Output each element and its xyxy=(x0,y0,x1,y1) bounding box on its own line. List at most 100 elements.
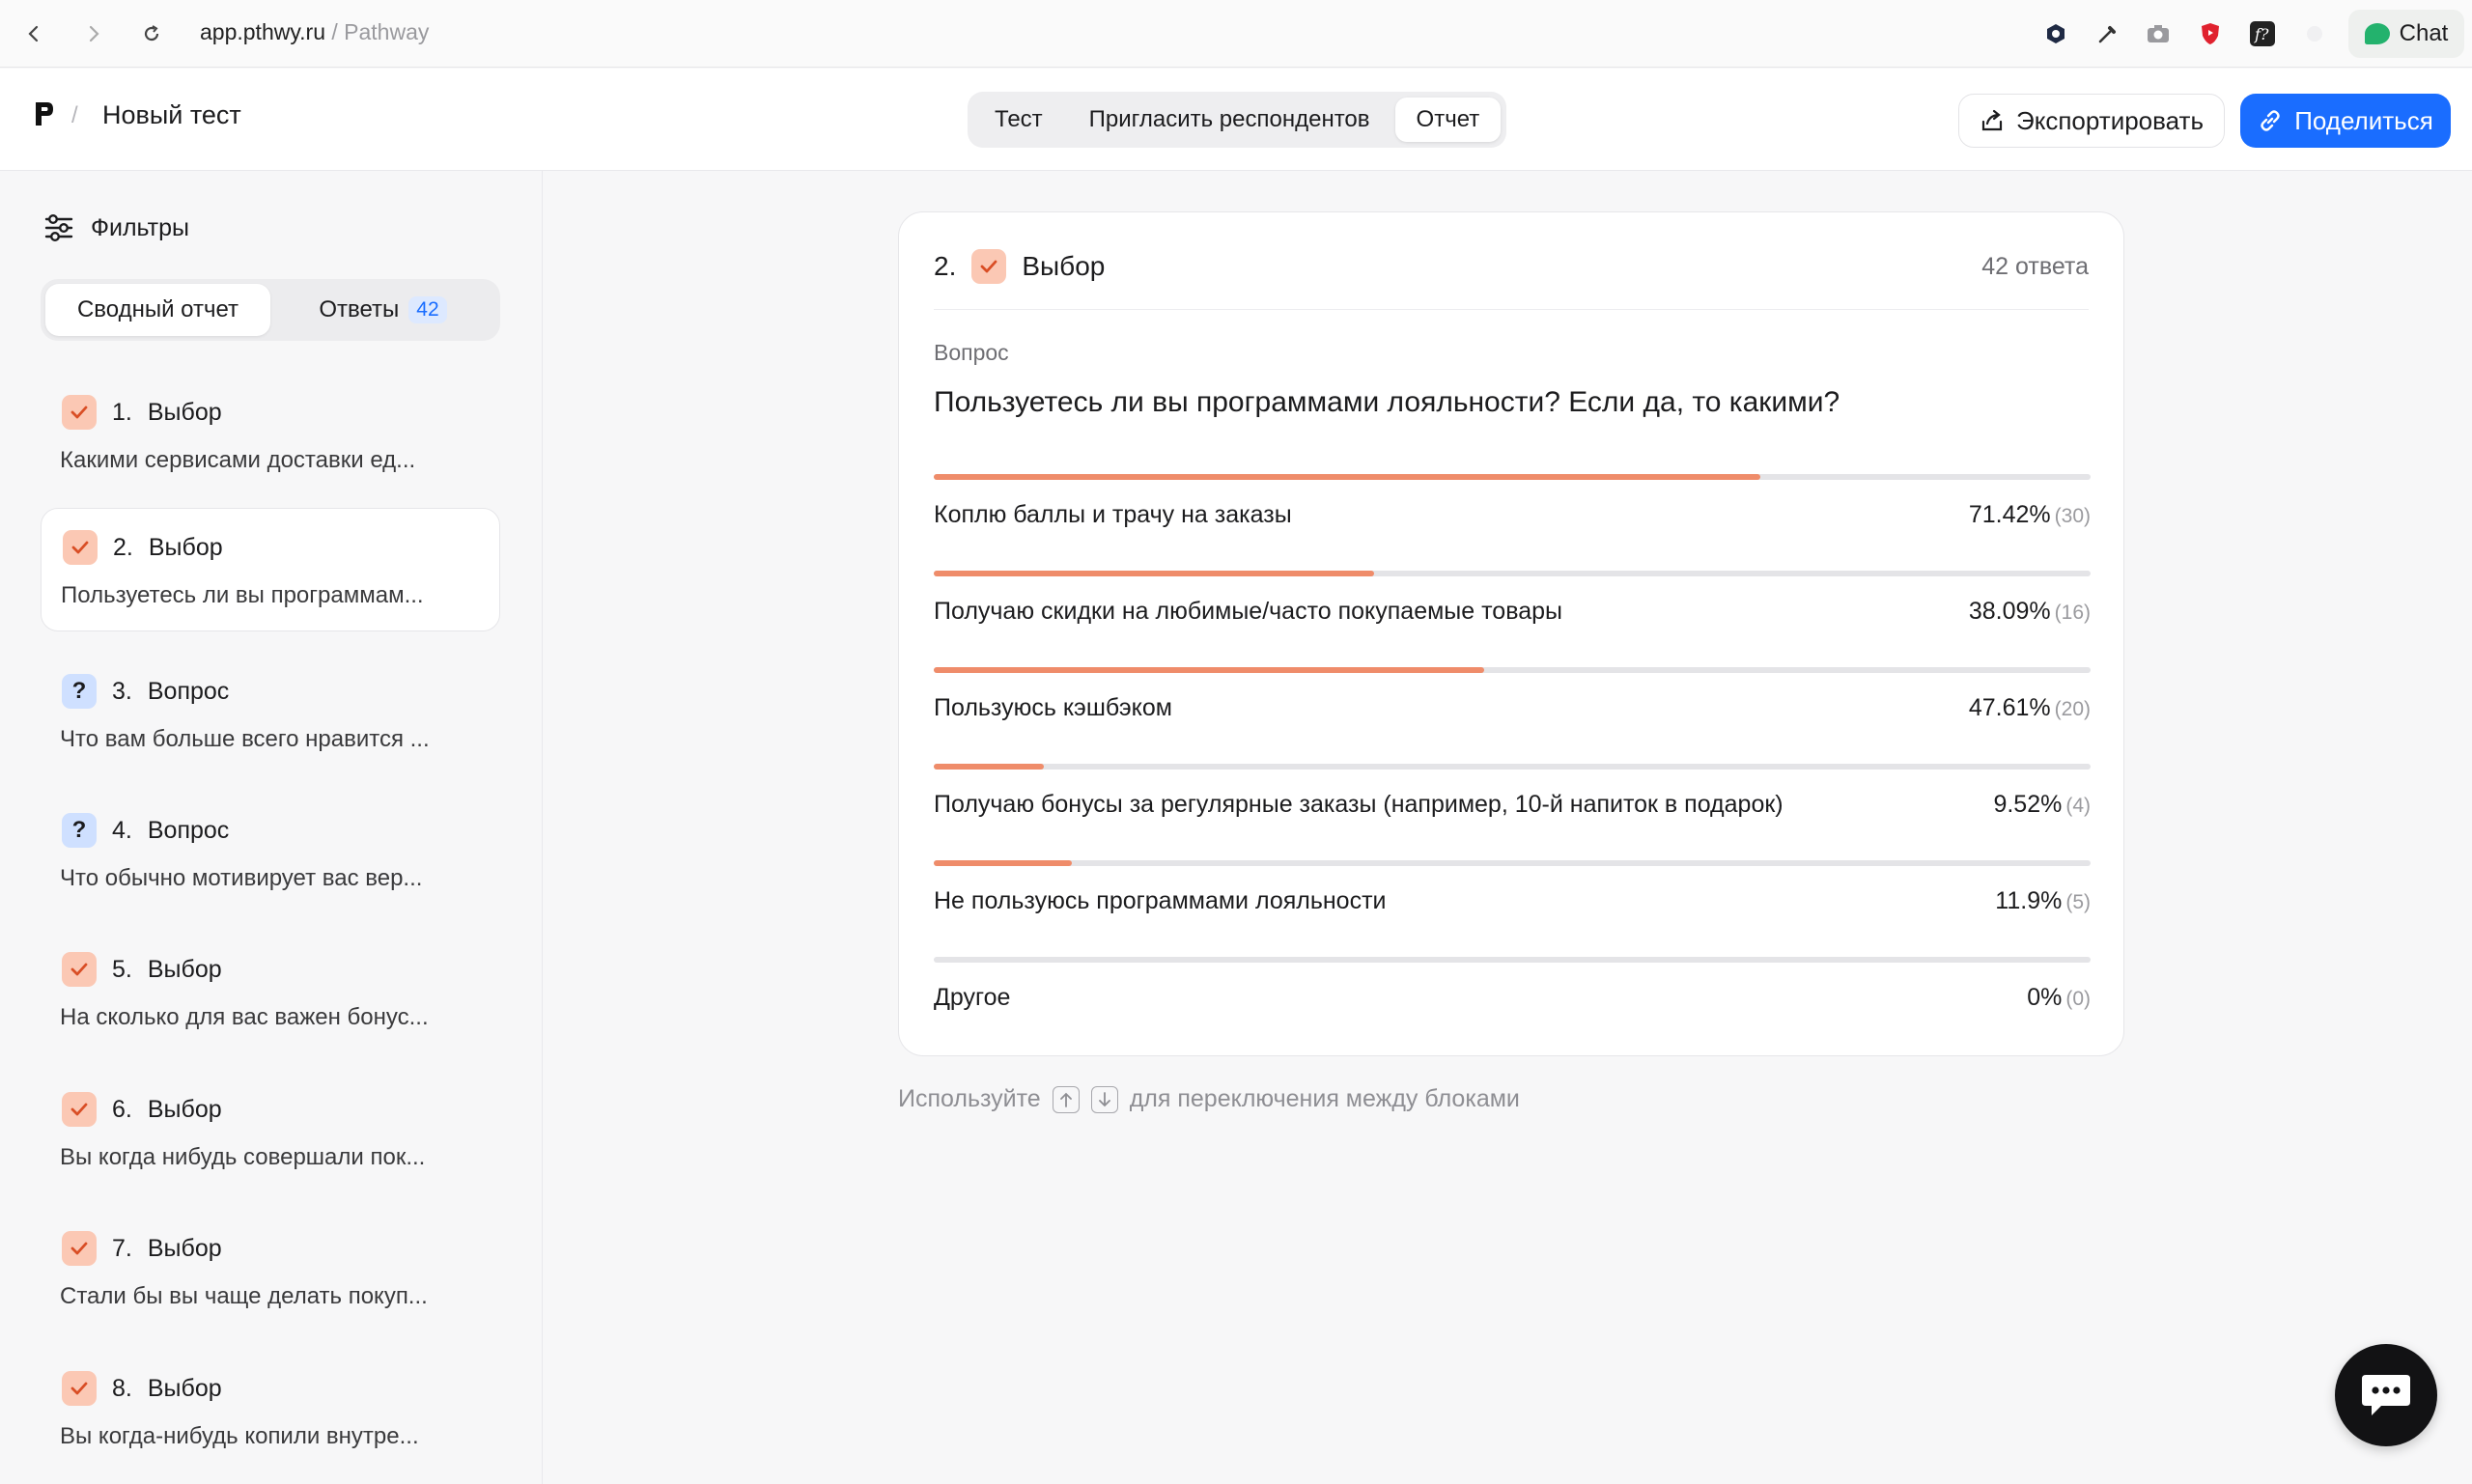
report-tabs: Тест Пригласить респондентов Отчет xyxy=(968,92,1507,148)
chat-button[interactable]: Chat xyxy=(2348,10,2464,58)
question-type: Вопрос xyxy=(147,677,230,705)
option-count: (5) xyxy=(2065,891,2091,913)
question-type: Выбор xyxy=(147,1234,222,1262)
question-icon: ? xyxy=(62,813,97,848)
hint-after: для переключения между блоками xyxy=(1129,1085,1520,1112)
progress-track xyxy=(934,957,2091,963)
progress-fill xyxy=(934,860,1072,866)
export-icon xyxy=(1981,109,2003,131)
hint-before: Используйте xyxy=(898,1085,1041,1112)
progress-track xyxy=(934,571,2091,576)
answer-option: Не пользуюсь программами лояльности 11.9… xyxy=(934,860,2091,938)
progress-track xyxy=(934,860,2091,866)
back-icon[interactable] xyxy=(17,17,50,50)
svg-text:f?: f? xyxy=(2254,25,2269,43)
answers-tab[interactable]: Ответы 42 xyxy=(270,284,495,336)
sidebar-question-5[interactable]: 5. Выбор На сколько для вас важен бонус.… xyxy=(41,931,500,1054)
question-preview: Стали бы вы чаще делать покуп... xyxy=(60,1283,428,1309)
share-button[interactable]: Поделиться xyxy=(2240,94,2451,148)
sidebar-question-6[interactable]: 6. Выбор Вы когда нибудь совершали пок..… xyxy=(41,1071,500,1194)
answer-option: Получаю скидки на любимые/часто покупаем… xyxy=(934,571,2091,648)
project-title[interactable]: Новый тест xyxy=(102,100,241,130)
url-separator: / xyxy=(324,19,345,44)
extension-hex-icon[interactable] xyxy=(2039,17,2072,50)
option-value: 11.9% (5) xyxy=(1995,887,2091,915)
summary-report-tab[interactable]: Сводный отчет xyxy=(45,284,270,336)
blank-extension-icon[interactable] xyxy=(2298,17,2331,50)
filters-label: Фильтры xyxy=(91,213,189,241)
check-icon xyxy=(62,1092,97,1127)
card-header: 2. Выбор xyxy=(934,249,1105,284)
sidebar-question-4[interactable]: ? 4. Вопрос Что обычно мотивирует вас ве… xyxy=(41,792,500,915)
function-icon[interactable]: f? xyxy=(2246,17,2279,50)
tab-invite[interactable]: Пригласить респондентов xyxy=(1068,98,1391,142)
sidebar-question-2[interactable]: 2. Выбор Пользуетесь ли вы программам... xyxy=(41,508,500,631)
camera-icon[interactable] xyxy=(2142,17,2175,50)
sidebar-question-7[interactable]: 7. Выбор Стали бы вы чаще делать покуп..… xyxy=(41,1210,500,1333)
option-count: (0) xyxy=(2065,988,2091,1010)
export-button[interactable]: Экспортировать xyxy=(1958,94,2225,148)
answer-option: Другое 0% (0) xyxy=(934,957,2091,1034)
share-label: Поделиться xyxy=(2294,105,2433,135)
progress-fill xyxy=(934,667,1485,673)
summary-report-label: Сводный отчет xyxy=(76,296,239,322)
shield-icon[interactable] xyxy=(2194,17,2227,50)
support-chat-button[interactable] xyxy=(2335,1344,2437,1446)
question-number: 1. xyxy=(112,398,132,426)
answers-count: 42 ответа xyxy=(1981,253,2089,280)
progress-track xyxy=(934,764,2091,770)
question-number: 7. xyxy=(112,1234,132,1262)
question-type: Выбор xyxy=(147,955,222,983)
logo-icon[interactable] xyxy=(33,99,56,128)
option-percent: 9.52% xyxy=(1993,791,2063,818)
browser-toolbar: app.pthwy.ru / Pathway f? Chat xyxy=(0,0,2472,68)
url-host: app.pthwy.ru xyxy=(200,19,325,44)
tab-test[interactable]: Тест xyxy=(973,98,1064,142)
answer-option: Пользуюсь кэшбэком 47.61% (20) xyxy=(934,667,2091,744)
option-text: Получаю бонусы за регулярные заказы (нап… xyxy=(934,791,1784,818)
option-percent: 0% xyxy=(2027,984,2063,1011)
option-percent: 38.09% xyxy=(1968,598,2051,625)
option-count: (30) xyxy=(2054,505,2091,527)
breadcrumb-separator: / xyxy=(71,102,78,128)
sidebar-question-8[interactable]: 8. Выбор Вы когда-нибудь копили внутре..… xyxy=(41,1350,500,1473)
question-icon: ? xyxy=(62,674,97,709)
question-number: 5. xyxy=(112,955,132,983)
forward-icon[interactable] xyxy=(77,17,110,50)
check-icon xyxy=(62,952,97,987)
card-question-type: Выбор xyxy=(1022,251,1106,281)
check-icon xyxy=(62,1371,97,1406)
question-number: 6. xyxy=(112,1095,132,1123)
filters-toggle[interactable]: Фильтры xyxy=(42,211,189,244)
option-percent: 71.42% xyxy=(1968,501,2051,528)
progress-track xyxy=(934,474,2091,480)
question-type: Выбор xyxy=(147,398,222,426)
address-bar[interactable]: app.pthwy.ru / Pathway xyxy=(200,19,429,45)
question-preview: Вы когда-нибудь копили внутре... xyxy=(60,1423,419,1449)
reload-icon[interactable] xyxy=(135,17,168,50)
question-preview: Какими сервисами доставки ед... xyxy=(60,447,416,473)
option-value: 71.42% (30) xyxy=(1969,501,2091,529)
question-preview: Что обычно мотивирует вас вер... xyxy=(60,865,423,891)
question-number: 4. xyxy=(112,816,132,844)
option-percent: 47.61% xyxy=(1968,694,2051,721)
progress-track xyxy=(934,667,2091,673)
arrow-up-key-icon xyxy=(1052,1085,1080,1113)
option-text: Пользуюсь кэшбэком xyxy=(934,694,1172,721)
eyedropper-icon[interactable] xyxy=(2092,17,2124,50)
option-percent: 11.9% xyxy=(1995,887,2063,914)
question-preview: На сколько для вас важен бонус... xyxy=(60,1004,429,1030)
link-icon xyxy=(2261,110,2280,131)
option-text: Не пользуюсь программами лояльности xyxy=(934,887,1387,914)
sidebar-question-3[interactable]: ? 3. Вопрос Что вам больше всего нравитс… xyxy=(41,653,500,776)
tab-report[interactable]: Отчет xyxy=(1394,98,1502,142)
option-value: 0% (0) xyxy=(2027,984,2091,1012)
check-icon xyxy=(971,249,1007,284)
sidebar-question-1[interactable]: 1. Выбор Какими сервисами доставки ед... xyxy=(41,374,500,497)
option-count: (16) xyxy=(2054,602,2091,624)
check-icon xyxy=(63,530,98,565)
question-number: 3. xyxy=(112,677,132,705)
question-type: Вопрос xyxy=(147,816,230,844)
app-header: / Новый тест Тест Пригласить респонденто… xyxy=(0,69,2472,171)
navigation-hint: Используйте для переключения между блока… xyxy=(898,1085,1520,1113)
